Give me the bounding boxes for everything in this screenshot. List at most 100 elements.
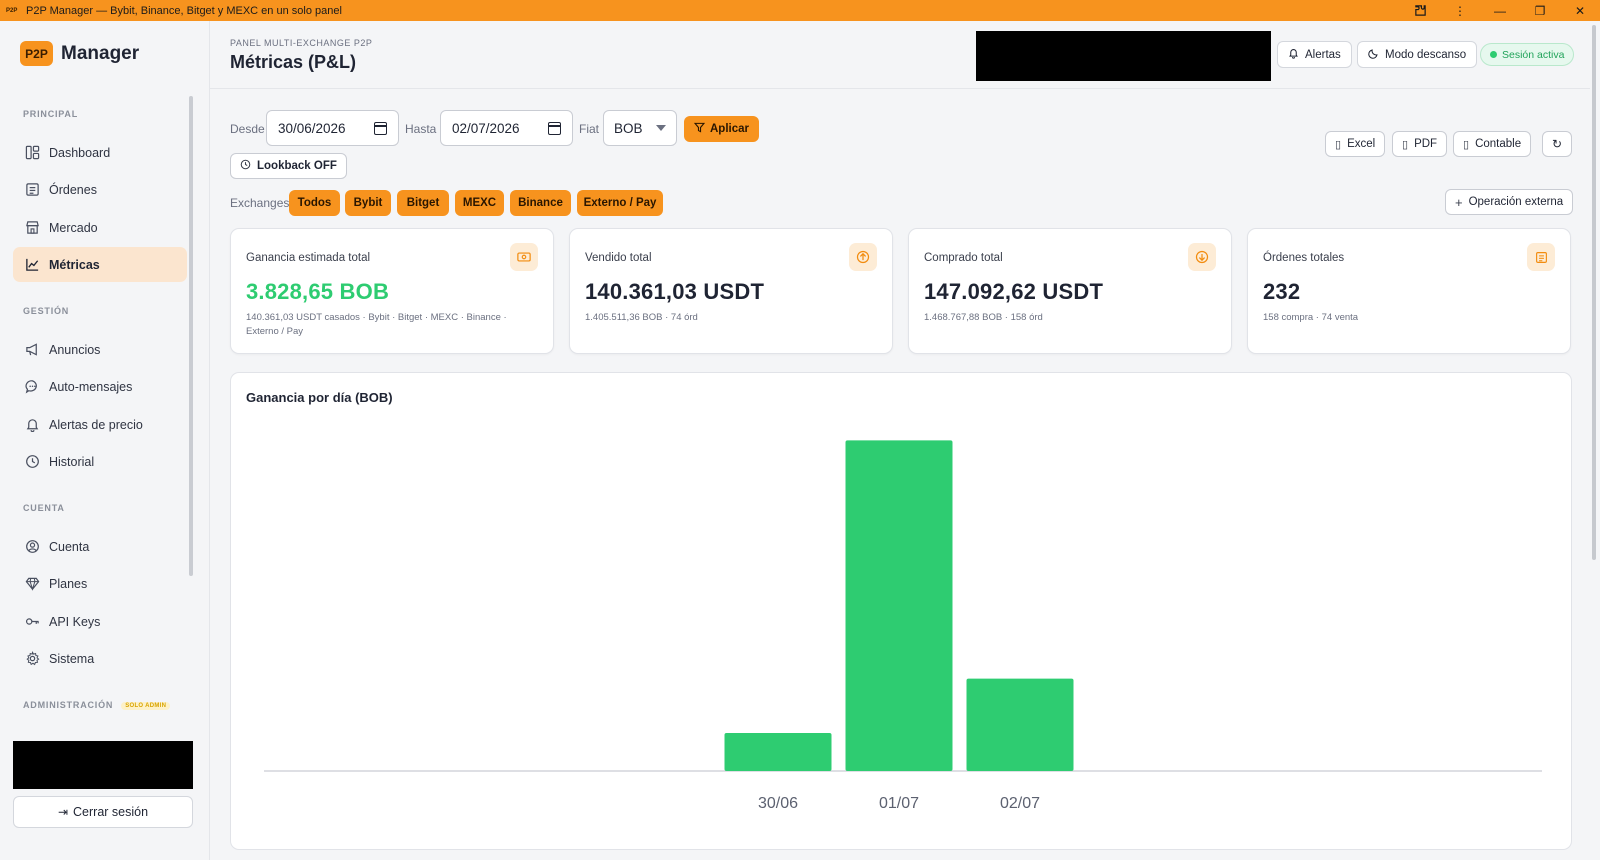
sidebar-item-label: API Keys: [49, 614, 101, 629]
calendar-icon[interactable]: [548, 121, 561, 135]
external-operation-button[interactable]: + Operación externa: [1445, 189, 1574, 215]
brand[interactable]: P2P Manager: [20, 41, 139, 66]
exchange-chip-binance[interactable]: Binance: [510, 190, 571, 216]
exchanges-label: Exchanges: [230, 196, 290, 210]
exchange-chip-mexc[interactable]: MEXC: [455, 190, 504, 216]
clock-icon: [24, 454, 40, 470]
metric-card-bought: Comprado total 147.092,62 USDT 1.468.767…: [908, 228, 1232, 354]
chart-line-icon: [24, 257, 40, 273]
app-icon: P2P: [6, 7, 18, 14]
sidebar-item-sistema[interactable]: Sistema: [13, 641, 187, 676]
brand-name: Manager: [61, 42, 140, 64]
logout-icon: ⇥: [57, 805, 69, 819]
dashboard-icon: [24, 145, 40, 161]
from-date-value: 30/06/2026: [278, 120, 346, 136]
sidebar-item-anuncios[interactable]: Anuncios: [13, 332, 187, 367]
contable-label: Contable: [1475, 138, 1522, 150]
sidebar-item-label: Mercado: [49, 220, 98, 235]
card-subtext: 158 compra · 74 venta: [1263, 312, 1359, 323]
card-label: Ganancia estimada total: [246, 252, 371, 264]
sidebar-item-label: Historial: [49, 454, 95, 469]
card-label: Vendido total: [585, 252, 652, 264]
card-value: 140.361,03 USDT: [585, 279, 765, 304]
sidebar-item-auto-mensajes[interactable]: Auto-mensajes: [13, 369, 187, 404]
maximize-icon[interactable]: ❐: [1520, 0, 1560, 21]
section-gestion: GESTIÓN: [23, 306, 70, 316]
section-cuenta: CUENTA: [23, 503, 65, 513]
bar-chart: 30/06 01/07 02/07: [264, 440, 1542, 812]
sidebar-item-ordenes[interactable]: Órdenes: [13, 172, 187, 207]
logout-label: Cerrar sesión: [73, 805, 149, 819]
plus-icon: +: [1455, 194, 1463, 210]
admin-only-badge: SOLO ADMIN: [121, 701, 171, 710]
sidebar-item-cuenta[interactable]: Cuenta: [13, 529, 187, 564]
more-icon[interactable]: ⋮: [1440, 0, 1480, 21]
card-subtext: 1.405.511,36 BOB · 74 órd: [585, 312, 698, 323]
sidebar-item-metricas[interactable]: Métricas: [13, 247, 187, 282]
apply-button[interactable]: Aplicar: [684, 116, 759, 142]
chart-bar[interactable]: [845, 440, 953, 771]
card-value: 232: [1263, 279, 1301, 304]
page-title: Métricas (P&L): [230, 52, 357, 72]
sidebar-item-api-keys[interactable]: API Keys: [13, 604, 187, 639]
from-date-input[interactable]: 30/06/2026: [266, 110, 399, 146]
logout-button[interactable]: ⇥ Cerrar sesión: [13, 796, 193, 828]
redacted-user-block: [13, 741, 193, 789]
sidebar-item-label: Dashboard: [49, 145, 111, 160]
sidebar-scrollbar[interactable]: [189, 96, 193, 576]
extension-icon[interactable]: [1400, 0, 1440, 21]
gear-icon: [24, 651, 40, 667]
contable-button[interactable]: ▯ Contable: [1453, 131, 1532, 157]
fiat-select[interactable]: BOB: [603, 110, 677, 146]
sidebar-item-alertas-precio[interactable]: Alertas de precio: [13, 407, 187, 442]
calendar-icon[interactable]: [374, 121, 387, 135]
sidebar-item-dashboard[interactable]: Dashboard: [13, 135, 187, 170]
exchange-chip-bybit[interactable]: Bybit: [345, 190, 391, 216]
sidebar: P2P Manager PRINCIPAL Dashboard Órdenes …: [0, 21, 210, 860]
filter-icon: [693, 122, 706, 136]
sidebar-item-historial[interactable]: Historial: [13, 444, 187, 479]
megaphone-icon: [24, 342, 40, 358]
list-icon: [1527, 243, 1555, 271]
sidebar-item-label: Planes: [49, 576, 88, 591]
clock-icon: [240, 159, 251, 173]
page-kicker: PANEL MULTI-EXCHANGE P2P: [230, 38, 373, 48]
arrow-up-circle-icon: [849, 243, 877, 271]
chart-bar[interactable]: [724, 732, 832, 771]
lookback-toggle[interactable]: Lookback OFF: [230, 153, 347, 179]
pdf-button[interactable]: ▯ PDF: [1392, 131, 1448, 157]
excel-button[interactable]: ▯ Excel: [1325, 131, 1386, 157]
from-label: Desde: [230, 122, 265, 136]
session-status-badge: Sesión activa: [1480, 43, 1575, 66]
session-label: Sesión activa: [1502, 48, 1565, 61]
close-icon[interactable]: ✕: [1560, 0, 1600, 21]
exchange-chip-bitget[interactable]: Bitget: [397, 190, 449, 216]
fiat-label: Fiat: [579, 122, 600, 136]
refresh-button[interactable]: ↻: [1542, 131, 1572, 157]
exchange-chip-todos[interactable]: Todos: [289, 190, 340, 216]
excel-label: Excel: [1347, 138, 1376, 150]
alerts-button[interactable]: Alertas: [1277, 41, 1352, 68]
sidebar-item-label: Anuncios: [49, 342, 101, 357]
to-label: Hasta: [405, 122, 437, 136]
window-title: P2P Manager — Bybit, Binance, Bitget y M…: [26, 4, 342, 17]
to-date-input[interactable]: 02/07/2026: [440, 110, 573, 146]
moon-icon: [1368, 48, 1379, 62]
card-value: 147.092,62 USDT: [924, 279, 1104, 304]
sidebar-item-label: Cuenta: [49, 539, 90, 554]
diamond-icon: [24, 576, 40, 592]
refresh-icon: ↻: [1551, 137, 1563, 151]
section-principal: PRINCIPAL: [23, 109, 79, 119]
sidebar-item-planes[interactable]: Planes: [13, 566, 187, 601]
main-scrollbar[interactable]: [1592, 25, 1596, 560]
sidebar-item-mercado[interactable]: Mercado: [13, 210, 187, 245]
bell-icon: [1288, 47, 1299, 62]
chevron-down-icon: [656, 125, 666, 131]
chart-bar[interactable]: [966, 678, 1074, 771]
pdf-label: PDF: [1414, 138, 1438, 150]
minimize-icon[interactable]: —: [1480, 0, 1520, 21]
exchange-chip-externo-pay[interactable]: Externo / Pay: [577, 190, 663, 216]
lookback-label: Lookback OFF: [257, 160, 337, 172]
rest-mode-button[interactable]: Modo descanso: [1357, 41, 1478, 68]
sidebar-item-label: Órdenes: [49, 182, 97, 197]
